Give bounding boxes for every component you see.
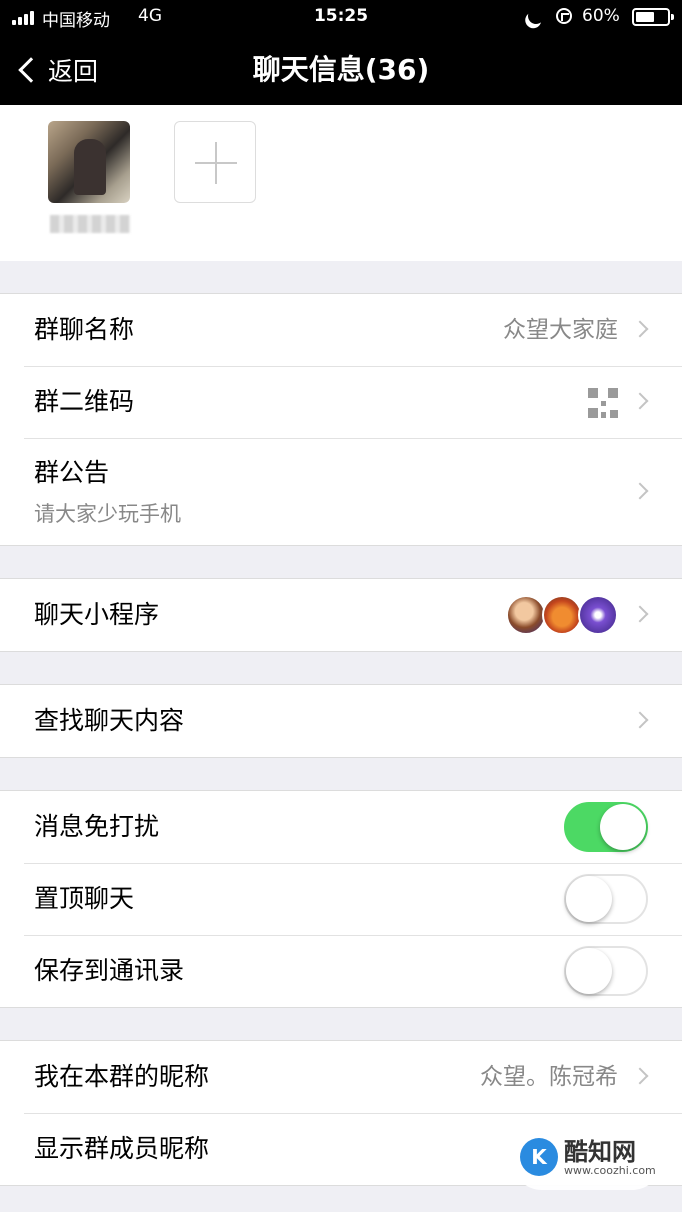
mute-row: 消息免打扰 <box>0 791 682 863</box>
save-contacts-label: 保存到通讯录 <box>34 956 185 985</box>
group-qr-row[interactable]: 群二维码 <box>0 366 682 438</box>
status-time: 15:25 <box>313 6 369 26</box>
chevron-right-icon <box>631 605 649 623</box>
group-name-label: 群聊名称 <box>34 315 135 344</box>
page-title: 聊天信息(36) <box>252 53 430 86</box>
mini-program-icons <box>506 595 618 635</box>
member-avatar[interactable] <box>48 121 130 203</box>
group-notice-row[interactable]: 群公告 请大家少玩手机 <box>0 438 682 545</box>
toggle-section: 消息免打扰 置顶聊天 保存到通讯录 <box>0 790 682 1008</box>
game-purple-icon <box>578 595 618 635</box>
pin-label: 置顶聊天 <box>34 884 135 913</box>
my-nickname-label: 我在本群的昵称 <box>34 1062 210 1091</box>
site-watermark: K 酷知网 www.coozhi.com <box>512 1126 662 1190</box>
group-qr-label: 群二维码 <box>34 387 135 416</box>
search-section: 查找聊天内容 <box>0 684 682 758</box>
show-nicknames-label: 显示群成员昵称 <box>34 1134 210 1163</box>
save-contacts-toggle[interactable] <box>564 946 648 996</box>
top-bar: 中国移动 4G 15:25 60% 返回 聊天信息(36) <box>0 0 682 105</box>
group-name-row[interactable]: 群聊名称 众望大家庭 <box>0 294 682 366</box>
chevron-right-icon <box>631 711 649 729</box>
chevron-right-icon <box>631 482 649 500</box>
chevron-right-icon <box>631 320 649 338</box>
status-bar: 中国移动 4G 15:25 60% <box>0 0 682 36</box>
mute-toggle[interactable] <box>564 802 648 852</box>
pin-row: 置顶聊天 <box>0 863 682 935</box>
my-nickname-row[interactable]: 我在本群的昵称 众望。陈冠希 <box>0 1041 682 1113</box>
member-grid <box>0 105 682 261</box>
group-notice-value: 请大家少玩手机 <box>34 502 181 526</box>
battery-icon <box>632 8 674 26</box>
orientation-lock-icon <box>556 8 572 24</box>
group-name-value: 众望大家庭 <box>503 317 618 343</box>
watermark-name: 酷知网 <box>564 1138 636 1166</box>
qr-code-icon <box>588 388 618 418</box>
game-monster-icon <box>542 595 582 635</box>
mini-program-label: 聊天小程序 <box>34 600 160 629</box>
chevron-right-icon <box>631 1067 649 1085</box>
group-notice-label: 群公告 <box>34 458 110 487</box>
add-member-button[interactable] <box>174 121 256 203</box>
group-info-section: 群聊名称 众望大家庭 群二维码 群公告 请大家少玩手机 <box>0 293 682 546</box>
mute-label: 消息免打扰 <box>34 812 160 841</box>
search-chat-label: 查找聊天内容 <box>34 706 185 735</box>
member-name-blurred <box>50 215 130 233</box>
game-hero-icon <box>506 595 546 635</box>
search-chat-row[interactable]: 查找聊天内容 <box>0 685 682 757</box>
watermark-logo: K <box>520 1138 558 1176</box>
mini-program-section: 聊天小程序 <box>0 578 682 652</box>
my-nickname-value: 众望。陈冠希 <box>480 1064 618 1090</box>
battery-percent: 60% <box>582 6 620 26</box>
mini-program-row[interactable]: 聊天小程序 <box>0 579 682 651</box>
watermark-url: www.coozhi.com <box>564 1164 656 1177</box>
save-contacts-row: 保存到通讯录 <box>0 935 682 1007</box>
chevron-right-icon <box>631 392 649 410</box>
pin-toggle[interactable] <box>564 874 648 924</box>
